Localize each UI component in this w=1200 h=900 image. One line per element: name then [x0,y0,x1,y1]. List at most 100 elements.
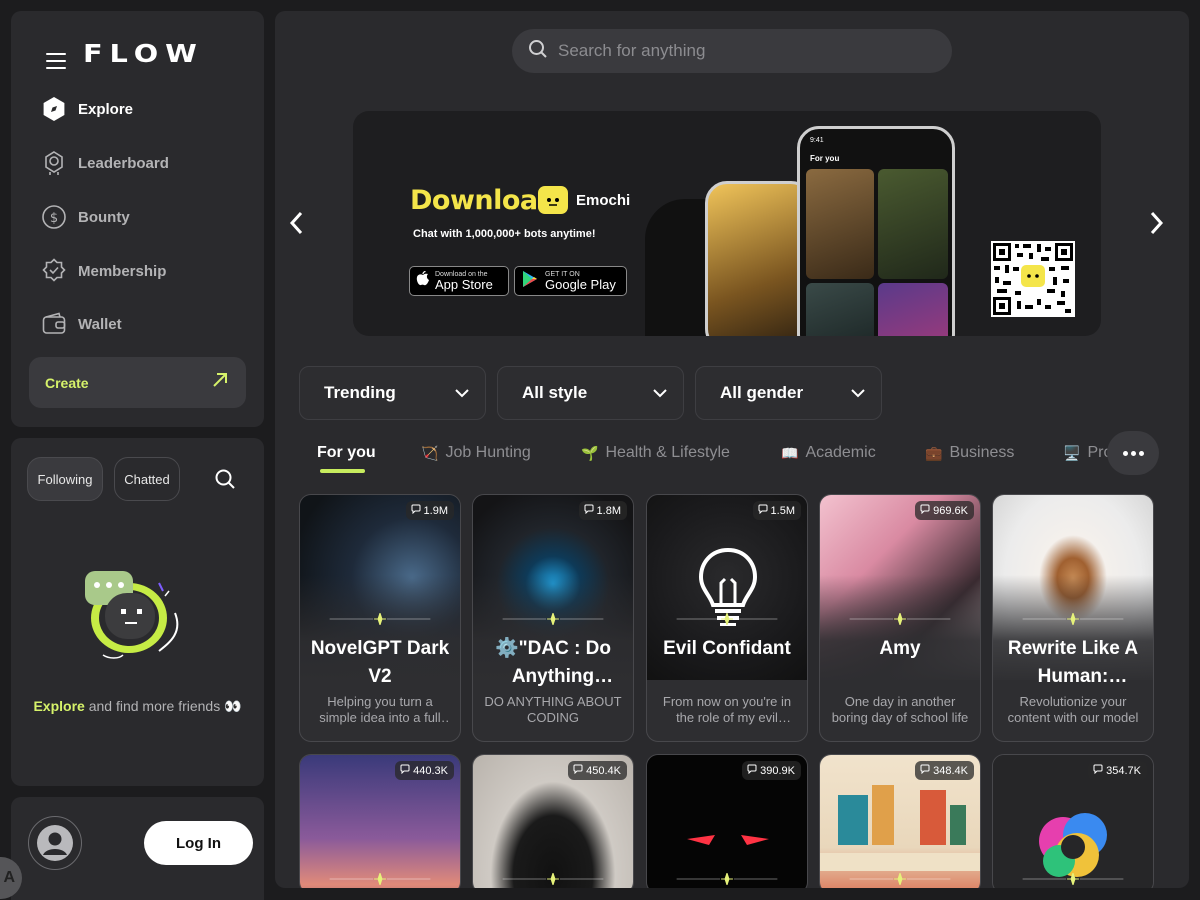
search-bar[interactable] [512,29,952,73]
bot-card[interactable]: 1.5M Evil Confidant From now on you're i… [646,494,808,742]
card-description: Helping you turn a simple idea into a fu… [319,694,441,725]
gender-dropdown[interactable]: All gender [695,366,882,420]
empty-state-text: Explore and find more friends 👀 [11,698,264,715]
briefcase-icon: 💼 [925,444,943,461]
sidebar-item-bounty[interactable]: $ Bounty [40,199,250,235]
message-count: 1.8M [578,501,627,520]
dropdown-value: All gender [720,383,804,402]
search-icon [528,39,548,64]
phone-mockup-right: 9:41 For you [797,126,955,336]
explore-highlight[interactable]: Explore [33,698,84,714]
auth-panel: Log In [11,797,264,900]
card-description: DO ANYTHING ABOUT CODING [484,694,622,725]
chat-bubble-icon [411,504,421,517]
main-content: Download Emochi Chat with 1,000,000+ bot… [275,11,1189,888]
message-count: 354.7K [1088,761,1147,780]
tab-business[interactable]: 💼 Business [925,444,1014,462]
carousel-next-icon[interactable] [1144,211,1168,235]
create-label: Create [45,374,89,391]
chat-bubble-icon [747,764,757,777]
chat-bubble-icon [758,504,768,517]
carousel-prev-icon[interactable] [285,211,309,235]
sidebar-item-label: Wallet [78,315,122,333]
message-count: 390.9K [742,761,801,780]
app-logo[interactable]: FLOW [83,39,204,68]
sidebar-item-label: Membership [78,262,167,280]
search-input[interactable] [558,41,918,61]
card-title: Rewrite Like A Human: Humanize AI [1007,638,1139,687]
bot-card[interactable]: 1.8M ⚙️"DAC : Do Anything Coder" DO ANYT… [472,494,634,742]
login-button[interactable]: Log In [144,821,253,865]
sidebar-item-label: Leaderboard [78,154,169,172]
tab-academic[interactable]: 📖 Academic [781,444,876,462]
tab-chatted[interactable]: Chatted [114,457,180,501]
avatar[interactable] [28,816,82,870]
bot-card[interactable]: 440.3K [299,754,461,888]
message-count-value: 1.8M [596,504,621,517]
card-description: One day in another boring day of school … [831,694,969,725]
chat-bubble-icon [920,764,930,777]
svg-text:$: $ [50,211,58,226]
message-count: 1.5M [752,501,801,520]
sparkle-divider-icon [849,873,951,885]
tab-label: Job Hunting [445,444,531,461]
tab-productivity[interactable]: 🖥️ Pro [1063,444,1112,462]
sidebar-nav: FLOW Explore Leaderboard $ Bounty Member… [11,11,264,427]
card-title: Amy [879,638,921,659]
message-count: 969.6K [915,501,974,520]
tab-label: Business [949,444,1015,461]
sort-dropdown[interactable]: Trending [299,366,486,420]
tab-following[interactable]: Following [27,457,103,501]
emochi-logo-icon [538,186,568,214]
menu-icon[interactable] [46,53,68,71]
bot-card[interactable]: 348.4K [819,754,981,888]
card-title: ⚙️"DAC : Do Anything Coder" [494,638,612,687]
sidebar-item-label: Bounty [78,208,130,226]
dollar-icon: $ [40,203,68,231]
sidebar-item-membership[interactable]: Membership [40,253,250,289]
message-count-value: 348.4K [933,764,968,777]
sidebar-item-leaderboard[interactable]: Leaderboard [40,145,250,181]
message-count-value: 450.4K [586,764,621,777]
create-button[interactable]: Create [29,357,246,408]
tab-for-you[interactable]: For you [317,444,376,462]
message-count-value: 390.9K [760,764,795,777]
friends-panel: Following Chatted Explore and find more … [11,438,264,786]
dropdown-value: All style [522,383,588,402]
computer-icon: 🖥️ [1063,444,1081,461]
more-options-button[interactable] [1107,431,1159,475]
chat-bubble-icon [400,764,410,777]
promo-banner[interactable]: Download Emochi Chat with 1,000,000+ bot… [353,111,1101,336]
sidebar-item-wallet[interactable]: Wallet [40,306,250,342]
badge-check-icon [40,257,68,285]
sparkle-divider-icon [502,873,604,885]
bot-card[interactable]: Rewrite Like A Human: Humanize AI Revolu… [992,494,1154,742]
card-title: NovelGPT Dark V2 [310,638,450,687]
search-icon[interactable] [214,468,236,495]
phone-time: 9:41 [810,137,824,144]
mascot-illustration [79,563,189,668]
dropdown-value: Trending [324,383,396,402]
bot-card[interactable]: 1.9M NovelGPT Dark V2 Helping you turn a… [299,494,461,742]
sparkle-divider-icon [676,613,778,625]
app-store-button[interactable]: Download on the App Store [409,266,509,296]
arrow-up-right-icon [212,372,228,393]
tab-job-hunting[interactable]: 🏹 Job Hunting [421,444,531,462]
chat-bubble-icon [573,764,583,777]
banner-brand-name: Emochi [576,191,631,209]
style-dropdown[interactable]: All style [497,366,684,420]
message-count: 440.3K [395,761,454,780]
message-count: 348.4K [915,761,974,780]
bot-card[interactable]: 969.6K Amy One day in another boring day… [819,494,981,742]
sidebar-item-explore[interactable]: Explore [40,91,250,127]
tab-health-lifestyle[interactable]: 🌱 Health & Lifestyle [581,444,730,462]
app-store-label: App Store [435,277,493,292]
chat-bubble-icon [920,504,930,517]
bot-card[interactable]: 390.9K [646,754,808,888]
category-tabs: For you 🏹 Job Hunting 🌱 Health & Lifestyle… [299,438,1189,478]
bot-card[interactable]: 354.7K [992,754,1154,888]
sparkle-divider-icon [676,873,778,885]
bot-card[interactable]: 450.4K [472,754,634,888]
google-play-button[interactable]: GET IT ON Google Play [514,266,627,296]
chat-bubble-icon [584,504,594,517]
